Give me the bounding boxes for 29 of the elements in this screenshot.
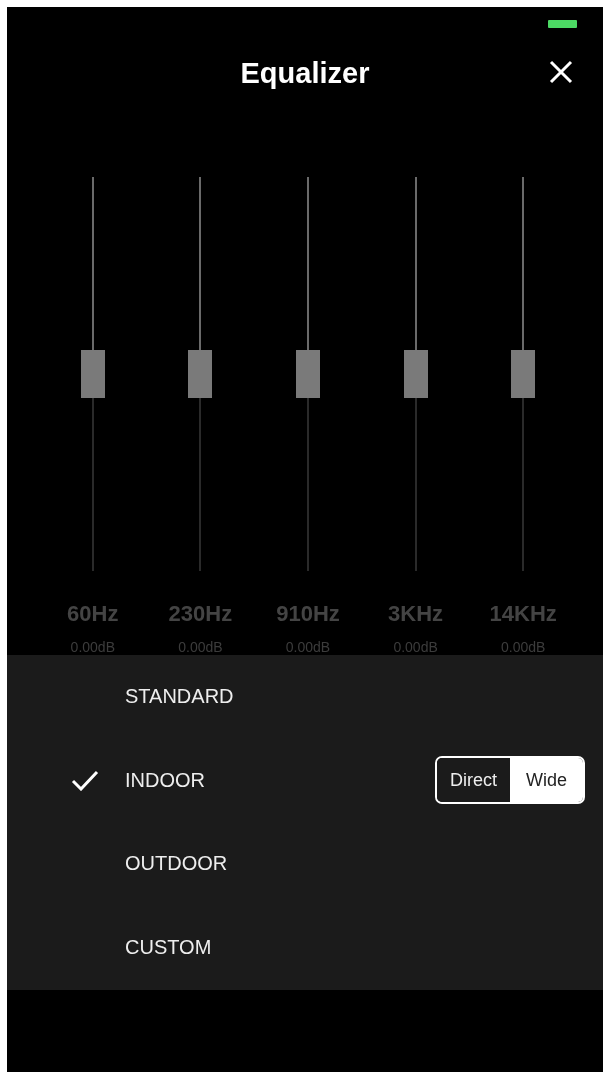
slider-thumb[interactable] (403, 350, 428, 398)
preset-option[interactable]: OUTDOOR (125, 852, 585, 876)
segment-option[interactable]: Wide (510, 758, 583, 803)
slider-thumb[interactable] (188, 350, 213, 398)
frequency-label: 60Hz (67, 601, 119, 627)
battery-icon (548, 20, 577, 28)
slider-thumb[interactable] (511, 350, 536, 398)
close-icon (549, 60, 573, 84)
frequency-label: 14KHz (489, 601, 557, 627)
eq-slider[interactable] (403, 177, 428, 571)
gain-value: 0.00dB (393, 639, 438, 655)
gain-value: 0.00dB (70, 639, 115, 655)
frequency-label: 910Hz (276, 601, 340, 627)
frequency-label: 230Hz (168, 601, 233, 627)
gain-value: 0.00dB (285, 639, 331, 655)
close-button[interactable] (549, 60, 573, 84)
slider-thumb[interactable] (296, 350, 320, 398)
preset-option[interactable]: INDOOR (125, 768, 435, 792)
frequency-label: 3KHz (388, 601, 444, 627)
preset-option[interactable]: STANDARD (125, 685, 585, 709)
gain-value: 0.00dB (501, 639, 546, 655)
eq-slider[interactable] (511, 177, 536, 571)
screen-title: Equalizer (240, 56, 370, 90)
eq-slider[interactable] (188, 177, 213, 571)
preset-option[interactable]: CUSTOM (125, 935, 585, 959)
gain-value: 0.00dB (178, 639, 223, 655)
eq-slider[interactable] (80, 177, 105, 571)
eq-slider[interactable] (296, 177, 320, 571)
slider-thumb[interactable] (80, 350, 105, 398)
